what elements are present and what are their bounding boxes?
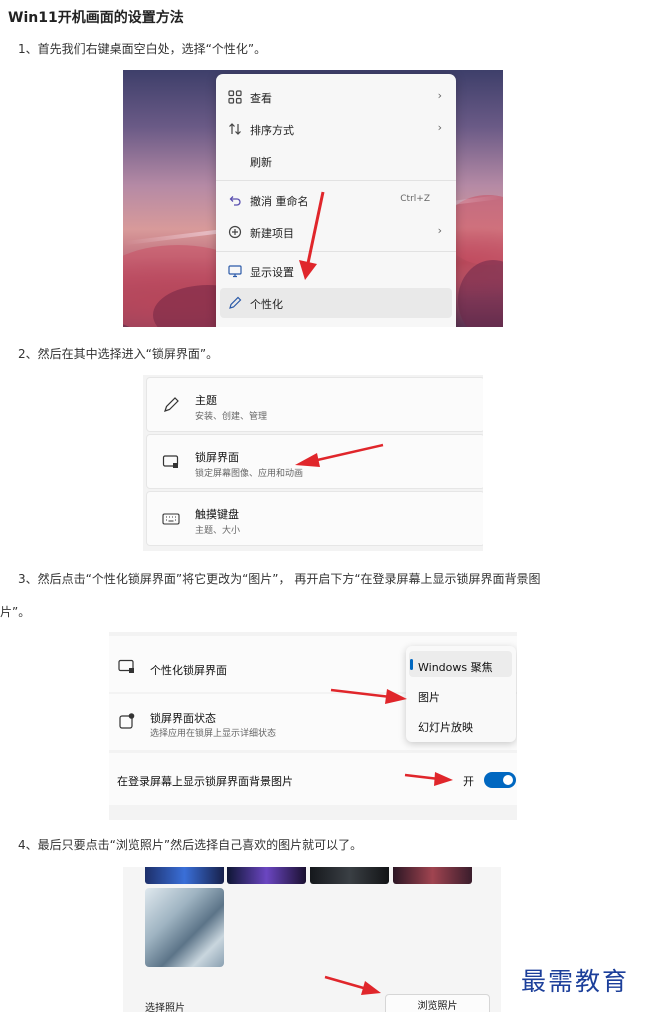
red-arrow: [404, 772, 453, 786]
lock-screen-dropdown: Windows 聚焦 图片 幻灯片放映: [406, 646, 516, 742]
menu-item-label: 查看: [250, 92, 272, 105]
menu-item-sort[interactable]: 排序方式 ›: [216, 114, 456, 144]
step-2-text: 2、然后在其中选择进入“锁屏界面”。: [18, 347, 219, 361]
show-background-row: 在登录屏幕上显示锁屏界面背景图片 开: [109, 753, 517, 805]
menu-item-label: 排序方式: [250, 124, 294, 137]
settings-item-subtitle: 安装、创建、管理: [195, 412, 268, 422]
red-arrow: [295, 443, 384, 467]
menu-divider: [216, 180, 456, 181]
keyboard-icon: [162, 513, 180, 525]
menu-item-refresh[interactable]: 刷新: [216, 146, 456, 176]
selection-indicator: [410, 659, 413, 670]
settings-item-subtitle: 锁定屏幕图像、应用和动画: [195, 469, 304, 479]
chevron-right-icon: ›: [437, 89, 442, 102]
step-1-text: 1、首先我们右键桌面空白处，选择“个性化”。: [18, 42, 267, 56]
dropdown-option-slideshow[interactable]: 幻灯片放映: [418, 719, 473, 735]
status-icon: [119, 713, 135, 729]
dropdown-option-picture[interactable]: 图片: [418, 689, 440, 705]
menu-item-label: 刷新: [250, 156, 272, 169]
photo-picker-screenshot: 选择照片 浏览照片: [123, 867, 501, 1012]
menu-item-new[interactable]: 新建项目 ›: [216, 217, 456, 247]
menu-item-label: 新建项目: [250, 227, 294, 240]
menu-item-undo-rename[interactable]: 撤消 重命名 Ctrl+Z: [216, 185, 456, 215]
lock-screen-icon: [162, 455, 179, 468]
menu-divider: [216, 251, 456, 252]
settings-item-title: 主题: [195, 394, 217, 407]
thumbnail[interactable]: [227, 867, 306, 884]
browse-photos-button[interactable]: 浏览照片: [385, 994, 490, 1012]
toggle-knob: [503, 775, 513, 785]
settings-item-touch-keyboard[interactable]: 触摸键盘 主题、大小: [146, 491, 483, 546]
dropdown-option-spotlight[interactable]: Windows 聚焦: [418, 659, 493, 675]
pen-icon: [229, 296, 242, 309]
watermark: 最需教育: [521, 967, 630, 996]
lock-screen-status-title: 锁屏界面状态: [150, 712, 216, 725]
step-3-text-continued: 片”。: [0, 605, 31, 619]
personalize-lock-screen-label: 个性化锁屏界面: [150, 664, 227, 677]
settings-item-title: 触摸键盘: [195, 508, 239, 521]
display-icon: [228, 265, 242, 278]
menu-item-view[interactable]: 查看 ›: [216, 82, 456, 112]
desktop-screenshot: 查看 › 排序方式 › 刷新 撤消 重命名 Ctrl+Z 新建项目 › 显示设置: [123, 70, 503, 327]
lock-screen-status-subtitle: 选择应用在锁屏上显示详细状态: [150, 729, 277, 739]
menu-item-label: 显示设置: [250, 266, 294, 279]
settings-list-screenshot: 主题 安装、创建、管理 锁屏界面 锁定屏幕图像、应用和动画 触摸键盘 主题、大小: [143, 375, 483, 551]
thumbnail[interactable]: [310, 867, 389, 884]
settings-item-theme[interactable]: 主题 安装、创建、管理: [146, 377, 483, 432]
article-title: Win11开机画面的设置方法: [8, 10, 184, 26]
settings-item-subtitle: 主题、大小: [195, 526, 241, 536]
shortcut-text: Ctrl+Z: [400, 194, 430, 204]
red-arrow: [299, 191, 325, 280]
thumbnail[interactable]: [145, 867, 224, 884]
thumbnail-large[interactable]: [145, 888, 224, 967]
red-arrow: [330, 688, 407, 704]
toggle-state-text: 开: [463, 775, 474, 788]
lock-screen-icon: [118, 659, 134, 673]
lock-screen-settings-screenshot: 个性化锁屏界面 锁屏界面状态 选择应用在锁屏上显示详细状态 在登录屏幕上显示锁屏…: [109, 632, 517, 820]
brush-icon: [164, 397, 179, 412]
chevron-right-icon: ›: [437, 121, 442, 134]
show-background-toggle[interactable]: [484, 772, 516, 788]
menu-item-display-settings[interactable]: 显示设置: [216, 256, 456, 286]
show-background-label: 在登录屏幕上显示锁屏界面背景图片: [117, 775, 293, 788]
menu-item-label: 个性化: [250, 298, 283, 311]
red-arrow: [324, 975, 381, 995]
sort-icon: [229, 123, 241, 135]
choose-photo-label: 选择照片: [145, 1003, 185, 1012]
menu-item-personalize[interactable]: 个性化: [220, 288, 452, 318]
plus-circle-icon: [228, 225, 242, 239]
chevron-right-icon: ›: [437, 224, 442, 237]
thumbnail[interactable]: [393, 867, 472, 884]
step-4-text: 4、最后只要点击“浏览照片”然后选择自己喜欢的图片就可以了。: [18, 838, 363, 852]
settings-item-title: 锁屏界面: [195, 451, 239, 464]
grid-view-icon: [228, 90, 242, 104]
context-menu: 查看 › 排序方式 › 刷新 撤消 重命名 Ctrl+Z 新建项目 › 显示设置: [216, 74, 456, 327]
undo-icon: [229, 196, 241, 206]
step-3-text: 3、然后点击“个性化锁屏界面”将它更改为“图片”， 再开启下方“在登录屏幕上显示…: [18, 572, 541, 586]
